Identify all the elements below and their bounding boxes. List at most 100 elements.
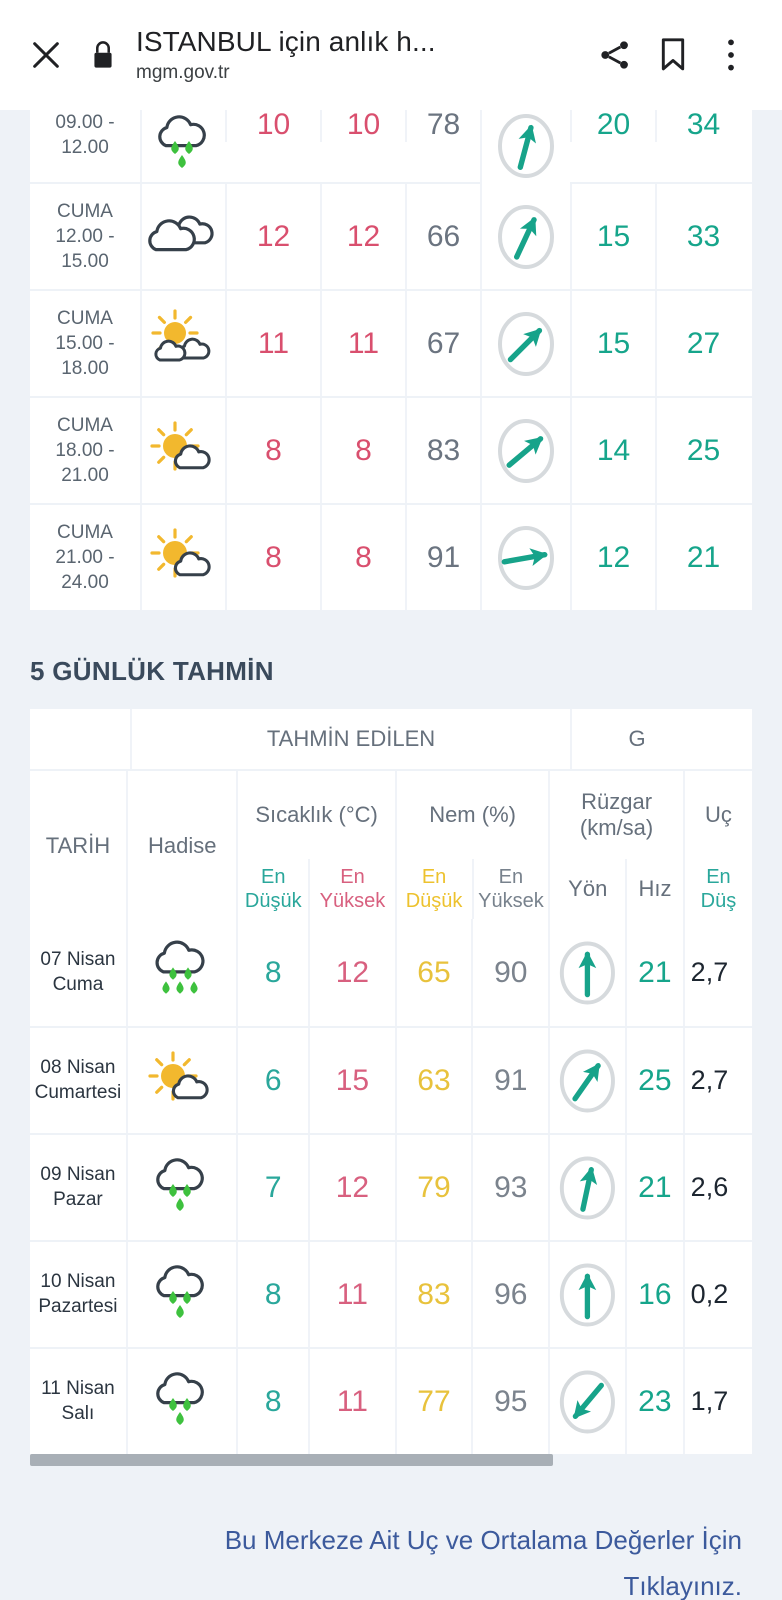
hourly-condition-cell [140, 110, 225, 182]
page-content: 09.00 - 12.00 10 10 78 20 34 CUMA 12.00 - 15.0… [0, 110, 782, 1600]
forecast-hum-max-cell: 95 [471, 1349, 549, 1454]
hourly-feels-cell: 11 [320, 291, 405, 396]
forecast-temp-max-value: 11 [336, 1277, 368, 1311]
hourly-feels-cell: 12 [320, 184, 405, 289]
hourly-feels-value: 12 [346, 219, 381, 253]
hourly-humidity-value: 67 [426, 326, 461, 360]
hourly-wind-gust-cell: 25 [655, 398, 750, 503]
weather-icon-rain [156, 1264, 204, 1318]
forecast-hum-max-value: 93 [494, 1170, 528, 1204]
link-line-1: Bu Merkeze Ait Uç ve Ortalama Değerler İ… [224, 1525, 742, 1555]
overflow-menu-icon [728, 39, 734, 71]
extreme-values-link[interactable]: Bu Merkeze Ait Uç ve Ortalama Değerler İ… [40, 1518, 742, 1600]
address-bar[interactable]: ISTANBUL için anlık h... mgm.gov.tr [126, 26, 586, 83]
hourly-period-label: CUMA 15.00 - 18.00 [55, 307, 115, 380]
overflow-menu-button[interactable] [702, 26, 760, 84]
hourly-wind-gust-value: 21 [686, 540, 721, 574]
close-button[interactable] [22, 31, 70, 79]
forecast-condition-cell [125, 1242, 237, 1347]
forecast-temp-min-cell: 8 [236, 1349, 309, 1454]
five-day-forecast-table[interactable]: TAHMİN EDİLEN G TARİH Hadise Sıcaklık (°… [30, 709, 752, 1454]
table-row: CUMA 12.00 - 15.00 12 12 66 15 33 [30, 182, 752, 289]
forecast-date-cell: 09 Nisan Pazar [30, 1135, 126, 1240]
horizontal-scrollbar[interactable] [30, 1454, 752, 1466]
weather-icon-cloudy [147, 214, 214, 251]
bookmark-button[interactable] [644, 26, 702, 84]
wind-arrow-icon [507, 327, 543, 362]
forecast-temp-min-value: 8 [264, 955, 282, 989]
hourly-wind-gust-cell: 21 [655, 505, 750, 610]
table-header-row-2: TARİH Hadise Sıcaklık (°C) Nem (%) Rüzga… [30, 769, 752, 921]
forecast-hum-max-value: 90 [494, 955, 528, 989]
forecast-temp-max-value: 12 [335, 955, 370, 989]
scrollbar-thumb[interactable] [30, 1454, 553, 1466]
table-row: CUMA 15.00 - 18.00 11 11 67 15 27 [30, 289, 752, 396]
hourly-wind-dir-cell [480, 505, 570, 610]
hourly-humidity-cell: 67 [405, 291, 480, 396]
forecast-temp-min-value: 6 [264, 1063, 282, 1097]
header-spacer-date-2 [30, 859, 126, 919]
wind-arrow-icon [506, 435, 544, 468]
hourly-temp-cell: 10 [225, 110, 320, 142]
weather-icon-rain-heavy [155, 940, 205, 994]
five-day-body: 07 Nisan Cuma 8 12 65 90 21 2,7 08 Nisan Cumartes… [30, 919, 752, 1454]
hourly-temp-cell: 8 [225, 398, 320, 503]
forecast-hum-min-value: 77 [417, 1384, 451, 1418]
header-spacer-date [30, 709, 130, 769]
hourly-temp-value: 10 [256, 110, 291, 141]
hourly-forecast-table[interactable]: 09.00 - 12.00 10 10 78 20 34 CUMA 12.00 - 15.0… [30, 110, 752, 610]
weather-icon-rain [156, 1157, 204, 1211]
forecast-temp-max-value: 15 [335, 1063, 370, 1097]
hourly-period-cell: CUMA 15.00 - 18.00 [30, 291, 140, 396]
table-row: 10 Nisan Pazartesi 8 11 83 96 16 0,2 [30, 1240, 752, 1347]
forecast-wind-speed-value: 23 [638, 1384, 672, 1418]
header-hiz: Hız [625, 859, 683, 919]
forecast-temp-min-cell: 7 [236, 1135, 309, 1240]
hourly-humidity-cell: 83 [405, 398, 480, 503]
forecast-wind-speed-value: 21 [638, 1170, 672, 1204]
hourly-feels-value: 10 [346, 110, 381, 141]
hourly-period-cell: CUMA 12.00 - 15.00 [30, 184, 140, 289]
forecast-hum-max-cell: 93 [471, 1135, 549, 1240]
close-icon [33, 42, 59, 68]
weather-icon-sunny-cloud [149, 420, 211, 471]
forecast-condition-cell [125, 1028, 237, 1133]
header-en-dusuk-temp: En Düşük [236, 859, 309, 919]
forecast-extra-value: 0,2 [690, 1279, 729, 1309]
table-row: CUMA 21.00 - 24.00 8 8 91 12 21 [30, 503, 752, 610]
forecast-wind-speed-value: 25 [638, 1063, 672, 1097]
forecast-wind-speed-cell: 23 [625, 1349, 683, 1454]
forecast-date-label: 07 Nisan Cuma [40, 948, 116, 995]
wind-arrow-icon [579, 1166, 598, 1212]
table-row: 09.00 - 12.00 10 10 78 20 34 [30, 110, 752, 184]
hourly-humidity-cell: 78 [405, 110, 480, 142]
forecast-date-label: 09 Nisan Pazar [40, 1163, 116, 1210]
forecast-temp-max-value: 12 [335, 1170, 370, 1204]
hourly-temp-cell: 8 [225, 505, 320, 610]
header-tahmin-edilen: TAHMİN EDİLEN [130, 709, 570, 769]
hourly-period-cell: CUMA 21.00 - 24.00 [30, 505, 140, 610]
hourly-wind-gust-value: 33 [686, 219, 721, 253]
table-header-row-3: En Düşük En Yüksek En Düşük En Yüksek Yö… [30, 859, 752, 919]
forecast-hum-min-cell: 63 [394, 1028, 472, 1133]
header-en-yuksek-temp: En Yüksek [308, 859, 395, 919]
hourly-feels-value: 11 [347, 326, 380, 360]
hourly-wind-dir-cell [480, 184, 570, 289]
forecast-extra-value: 2,7 [690, 1065, 729, 1095]
hourly-feels-cell: 10 [320, 110, 405, 142]
security-lock[interactable] [80, 31, 126, 79]
weather-icon-partly-sunny [150, 308, 210, 361]
wind-direction-dial [498, 311, 554, 376]
hourly-temp-value: 11 [257, 326, 290, 360]
wind-direction-dial [498, 204, 554, 269]
hourly-humidity-value: 91 [426, 540, 461, 574]
share-button[interactable] [586, 26, 644, 84]
forecast-wind-dir-cell [548, 1349, 625, 1454]
forecast-hum-max-cell: 90 [471, 919, 549, 1026]
hourly-wind-gust-value: 34 [686, 110, 721, 141]
hourly-temp-value: 8 [265, 433, 282, 467]
header-uc-truncated: Uç [682, 771, 752, 859]
hourly-wind-speed-value: 14 [596, 433, 631, 467]
wind-arrow-icon [517, 124, 536, 170]
forecast-hum-max-value: 95 [494, 1384, 528, 1418]
